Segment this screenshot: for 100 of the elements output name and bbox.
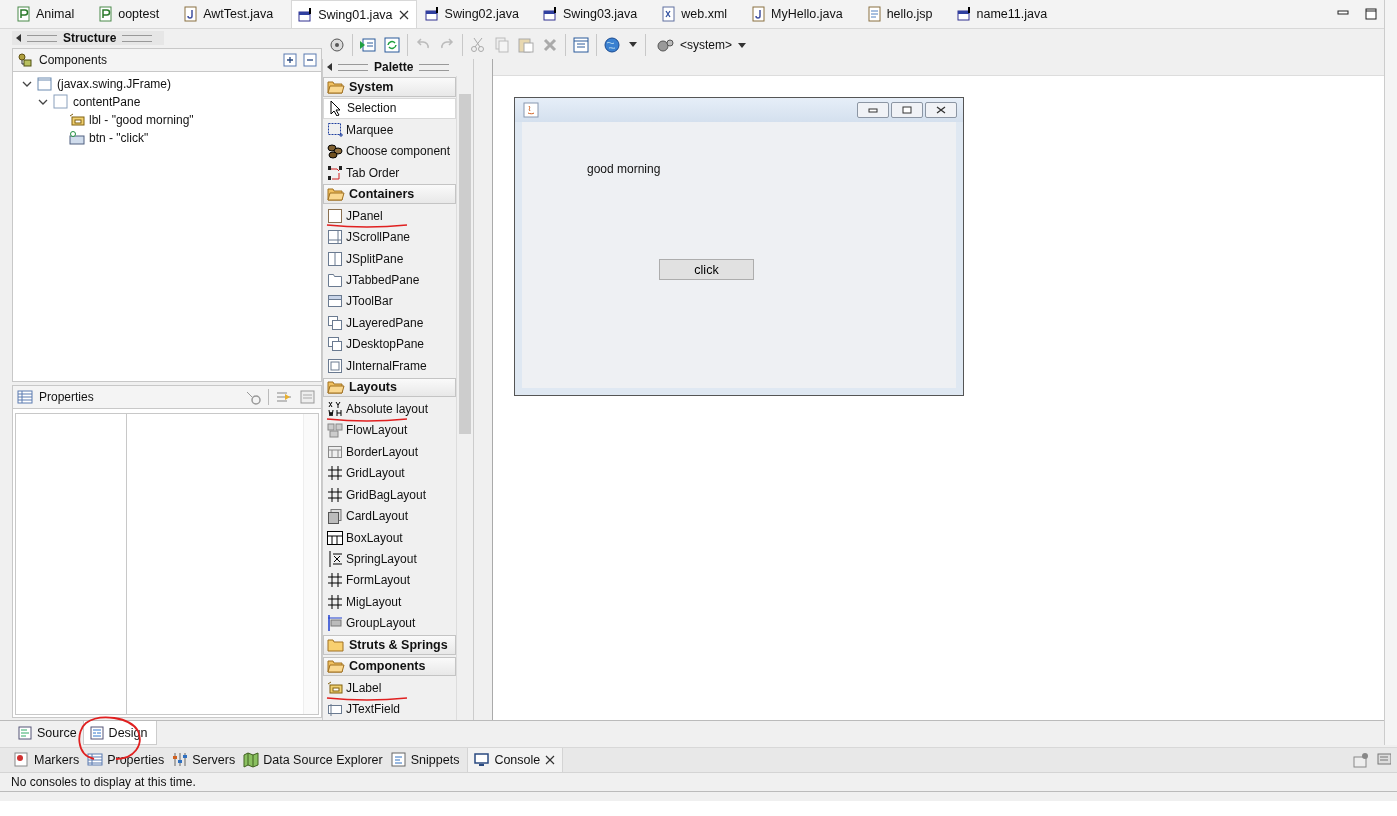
palette-item[interactable]: JLayeredPane: [323, 312, 456, 334]
palette-item[interactable]: Marquee: [323, 119, 456, 141]
window-icon: [37, 76, 53, 92]
view-tab[interactable]: Snippets: [390, 748, 460, 772]
palette-item[interactable]: FormLayout: [323, 569, 456, 592]
palette-category[interactable]: Containers: [323, 184, 456, 204]
close-button[interactable]: [925, 102, 957, 118]
properties-icon[interactable]: [572, 36, 590, 54]
palette-item[interactable]: CardLayout: [323, 505, 456, 527]
form-icon[interactable]: [359, 36, 377, 54]
internal-frame-icon: [327, 357, 343, 374]
editor-tab[interactable]: hello.jsp: [860, 0, 949, 28]
tabbed-pane-icon: [327, 272, 343, 289]
palette-item[interactable]: JDesktopPane: [323, 333, 456, 356]
gear-icon: [656, 37, 676, 53]
editor-tab[interactable]: Swing01.java: [291, 0, 417, 28]
view-tab[interactable]: Console: [467, 748, 564, 772]
tree-item[interactable]: btn - "click": [89, 131, 149, 145]
palette-item[interactable]: Choose component: [323, 140, 456, 162]
tab-order-icon: [327, 164, 343, 181]
tree-item[interactable]: contentPane: [73, 95, 141, 109]
expand-all-icon[interactable]: [283, 53, 297, 67]
editor-tab[interactable]: Swing02.java: [418, 0, 535, 28]
palette-item[interactable]: BoxLayout: [323, 526, 456, 549]
gear-icon[interactable]: [328, 36, 346, 54]
palette-item[interactable]: GridBagLayout: [323, 483, 456, 506]
flow-layout-icon: [327, 422, 343, 439]
view-tab[interactable]: Markers: [14, 748, 80, 772]
editor-tab[interactable]: ooptest: [92, 0, 176, 28]
palette-item[interactable]: JPanel: [323, 204, 456, 227]
palette-item[interactable]: Absolute layout: [323, 398, 456, 420]
pin-icon[interactable]: [1353, 752, 1369, 768]
view-tab[interactable]: Data Source Explorer: [243, 748, 383, 772]
delete-icon[interactable]: [541, 36, 559, 54]
globe-icon[interactable]: [603, 36, 621, 54]
collapse-icon[interactable]: [327, 63, 332, 71]
palette-category[interactable]: Layouts: [323, 377, 456, 398]
palette-item[interactable]: JToolBar: [323, 290, 456, 313]
scrollbar[interactable]: [303, 414, 318, 714]
snippets-icon: [390, 752, 407, 768]
refresh-icon[interactable]: [383, 36, 401, 54]
beans-icon: [327, 143, 343, 160]
palette-item[interactable]: GridLayout: [323, 462, 456, 484]
design-icon: [89, 725, 104, 740]
cut-icon[interactable]: [469, 36, 487, 54]
palette-category[interactable]: Struts & Springs: [323, 635, 456, 655]
view-tab[interactable]: Servers: [172, 748, 236, 772]
palette-item[interactable]: JLabel: [323, 677, 456, 699]
grid-layout-icon: [327, 572, 343, 589]
palette-item[interactable]: MigLayout: [323, 591, 456, 613]
editor-mode-tab[interactable]: Source: [12, 721, 83, 745]
palette-item[interactable]: BorderLayout: [323, 441, 456, 463]
scrollbar-thumb[interactable]: [459, 94, 471, 434]
editor-tab[interactable]: MyHello.java: [745, 0, 859, 28]
close-icon[interactable]: [544, 754, 557, 766]
tree-item[interactable]: lbl - "good morning": [89, 113, 194, 127]
editor-tab[interactable]: AwtTest.java: [177, 0, 290, 28]
editor-tab[interactable]: Animal: [10, 0, 91, 28]
split-pane-icon: [327, 250, 343, 267]
panel-title: Components: [39, 53, 108, 67]
scrollbar[interactable]: [456, 76, 473, 720]
arrows-icon[interactable]: [275, 389, 293, 405]
click-button[interactable]: click: [659, 259, 754, 280]
tree-item[interactable]: (javax.swing.JFrame): [57, 77, 172, 91]
scroll-pane-icon: [327, 229, 343, 246]
palette-item[interactable]: FlowLayout: [323, 419, 456, 442]
palette-item[interactable]: Tab Order: [323, 161, 456, 184]
editor-tab[interactable]: Swing03.java: [536, 0, 654, 28]
window-file-icon: [542, 6, 558, 22]
minimize-button[interactable]: [857, 102, 889, 118]
palette-category[interactable]: System: [323, 77, 456, 97]
maximize-icon[interactable]: [1364, 7, 1378, 21]
palette-item[interactable]: JTabbedPane: [323, 269, 456, 291]
view-tab[interactable]: Properties: [87, 748, 165, 772]
editor-tab[interactable]: web.xml: [655, 0, 744, 28]
close-icon[interactable]: [397, 8, 410, 21]
palette-item[interactable]: JInternalFrame: [323, 355, 456, 377]
palette-category[interactable]: Components: [323, 656, 456, 677]
palette-item[interactable]: JSplitPane: [323, 247, 456, 270]
collapse-icon[interactable]: [16, 34, 21, 42]
java-file-icon: [751, 6, 767, 22]
paste-icon[interactable]: [517, 36, 535, 54]
window-file-icon: [298, 6, 314, 23]
look-and-feel-dropdown[interactable]: <system>: [652, 37, 753, 53]
grid-layout-icon: [327, 465, 343, 482]
palette-item[interactable]: SpringLayout: [323, 548, 456, 570]
box-layout-icon: [327, 529, 343, 546]
minimize-icon: [868, 107, 878, 113]
open-folder-icon: [327, 187, 345, 202]
editor-tab[interactable]: name11.java: [950, 0, 1064, 28]
border-layout-icon: [327, 443, 343, 460]
palette-item[interactable]: Selection: [323, 97, 456, 120]
close-icon: [936, 106, 946, 114]
palette-item[interactable]: JTextField: [323, 698, 456, 720]
console-icon: [474, 752, 491, 768]
console-icon[interactable]: [1377, 752, 1391, 768]
palette-item[interactable]: JScrollPane: [323, 226, 456, 248]
palette-item[interactable]: GroupLayout: [323, 612, 456, 635]
open-folder-icon: [327, 659, 345, 674]
collapse-all-icon[interactable]: [303, 53, 317, 67]
